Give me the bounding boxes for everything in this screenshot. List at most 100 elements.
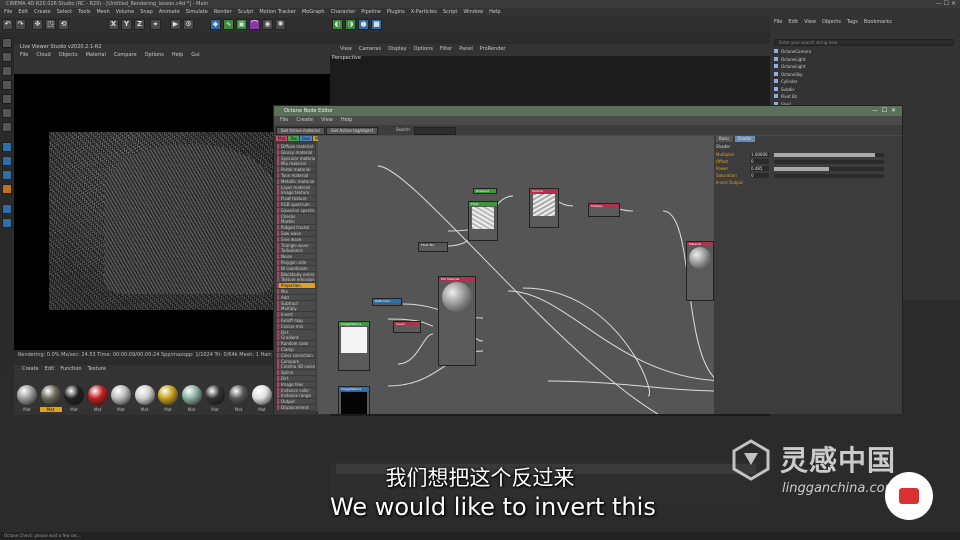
node-list-item[interactable]: Instance color [277, 387, 315, 393]
model-mode-icon[interactable] [2, 52, 12, 62]
node-list-item[interactable]: Noise [277, 254, 315, 260]
x-axis-button[interactable]: X [108, 19, 119, 30]
param-slider[interactable] [774, 153, 884, 157]
node-list-item[interactable]: Sine wave [277, 236, 315, 242]
image-texture-node[interactable]: ImageTexture [338, 321, 370, 371]
point-mode-icon[interactable] [2, 94, 12, 104]
menu-12[interactable]: Motion Tracker [259, 8, 296, 17]
undo-icon[interactable]: ↶ [2, 19, 13, 30]
spline-icon[interactable]: ∿ [223, 19, 234, 30]
node-list-item[interactable]: Mix [277, 289, 315, 294]
cube-primitive-icon[interactable]: ◆ [210, 19, 221, 30]
node-list-item[interactable]: Checks [277, 213, 315, 219]
node-list-item[interactable]: Portal material [277, 167, 315, 173]
menu-7[interactable]: Snap [140, 8, 153, 17]
material-swatch[interactable] [111, 385, 131, 405]
mix-material-node[interactable]: Mix Material [438, 276, 476, 366]
node-list-item[interactable]: Subtract [277, 300, 315, 306]
objects-menu-item[interactable]: Objects [822, 19, 841, 25]
menu-10[interactable]: Render [214, 8, 232, 17]
menu-9[interactable]: Simulate [186, 8, 208, 17]
material-menu-item[interactable]: Function [60, 366, 81, 372]
object-row[interactable]: Cylinder [774, 79, 954, 85]
object-row[interactable]: Subdiv [774, 86, 954, 93]
redo-icon[interactable]: ↷ [15, 19, 26, 30]
node-list-item[interactable]: RGB spectrum [277, 202, 315, 207]
node-list-item[interactable]: Multiply [277, 306, 315, 312]
deformer-icon[interactable]: ⌒ [249, 19, 260, 30]
snap-icon[interactable] [2, 142, 12, 152]
menu-0[interactable]: File [4, 8, 12, 17]
move-tool-icon[interactable]: ✥ [32, 19, 43, 30]
node-list-item[interactable]: Add [277, 294, 315, 300]
light-icon[interactable]: ✺ [275, 19, 286, 30]
viewport-menu-item[interactable]: View [340, 46, 352, 52]
camera-icon[interactable]: ◉ [262, 19, 273, 30]
node-list-item[interactable]: Dirt [277, 329, 315, 335]
node-list-item[interactable]: Ridged fractal [277, 225, 315, 231]
viewport-menu-item[interactable]: Cameras [359, 46, 381, 52]
inspector-param-row[interactable]: Power 0.485 [716, 166, 900, 172]
node-search-input[interactable] [414, 127, 456, 135]
gradient-node[interactable]: Gradient [473, 188, 497, 194]
live-viewer-menu-item[interactable]: Objects [59, 52, 78, 58]
node-canvas[interactable]: Gradient Float Texture Multiply Float Te… [318, 136, 714, 414]
node-list-item[interactable]: Float texture [277, 196, 315, 202]
node-list-item[interactable]: Toon material [277, 173, 315, 178]
float-texture-node[interactable]: Float [468, 201, 498, 241]
render-settings-icon[interactable]: ⚙ [183, 19, 194, 30]
menu-18[interactable]: Script [443, 8, 458, 17]
param-value-input[interactable]: 0 [750, 173, 769, 178]
polygon-mode-icon[interactable] [2, 122, 12, 132]
material-swatch[interactable] [181, 385, 202, 405]
float-tex-node[interactable]: Float Tex [418, 242, 448, 252]
node-list-item[interactable]: Triangle wave [277, 242, 315, 248]
subdivision-icon[interactable]: ▣ [236, 19, 247, 30]
menu-13[interactable]: MoGraph [302, 8, 325, 17]
node-list-item[interactable]: Glossy material [277, 149, 315, 155]
node-list-item[interactable]: Invert [277, 312, 315, 318]
menu-16[interactable]: Plugins [387, 8, 405, 17]
node-editor-window-controls[interactable]: — ☐ ✕ [872, 106, 896, 116]
node-list-item[interactable]: Random color [277, 341, 315, 347]
node-list-item[interactable]: Compare [277, 358, 315, 364]
node-list-item[interactable]: Instance range [277, 393, 315, 399]
live-viewer-menu-item[interactable]: File [20, 52, 28, 58]
node-editor-menu-item[interactable]: Help [341, 117, 352, 123]
menu-3[interactable]: Select [57, 8, 72, 17]
menu-2[interactable]: Create [34, 8, 51, 17]
viewport-menu-item[interactable]: Display [388, 46, 406, 52]
live-viewer-menu-item[interactable]: Material [86, 52, 106, 58]
menu-20[interactable]: Help [489, 8, 500, 17]
objects-menu-item[interactable]: View [804, 19, 816, 25]
viewport-menu-item[interactable]: ProRender [480, 46, 506, 52]
node-list-item[interactable]: Gaussian spectrum [277, 207, 315, 213]
node-list-item[interactable]: W coordinate [277, 265, 315, 271]
menu-8[interactable]: Animate [159, 8, 180, 17]
node-list-item[interactable]: Blackbody emission [277, 271, 315, 277]
viewport-menu-item[interactable]: Filter [440, 46, 452, 52]
material-swatch[interactable] [134, 385, 155, 405]
material-swatch[interactable] [87, 385, 108, 405]
rotate-tool-icon[interactable]: ⟲ [58, 19, 69, 30]
param-slider[interactable] [774, 160, 884, 164]
node-list-item[interactable]: Clamp [277, 347, 315, 352]
live-viewer-menu-item[interactable]: Gui [191, 52, 199, 58]
quantize-icon[interactable] [2, 218, 12, 228]
node-list-item[interactable]: Mix material [277, 161, 315, 167]
param-slider[interactable] [774, 174, 884, 178]
material-output-node[interactable]: Material [686, 241, 714, 301]
node-list-item[interactable]: Falloff map [277, 318, 315, 323]
material-swatch[interactable] [64, 385, 84, 405]
material-menu-item[interactable]: Texture [88, 366, 106, 372]
node-list-item[interactable]: Image texture [277, 190, 315, 196]
param-value-input[interactable]: 1.00000 [750, 152, 769, 157]
inspector-tab[interactable]: Basic [716, 136, 733, 142]
axis-mode-icon[interactable] [2, 156, 12, 166]
menu-14[interactable]: Character [331, 8, 356, 17]
octane-settings-icon[interactable]: ◑ [345, 19, 356, 30]
material-swatch[interactable] [158, 385, 178, 405]
menu-17[interactable]: X-Particles [411, 8, 437, 17]
material-swatch[interactable] [17, 385, 37, 405]
menu-19[interactable]: Window [463, 8, 483, 17]
